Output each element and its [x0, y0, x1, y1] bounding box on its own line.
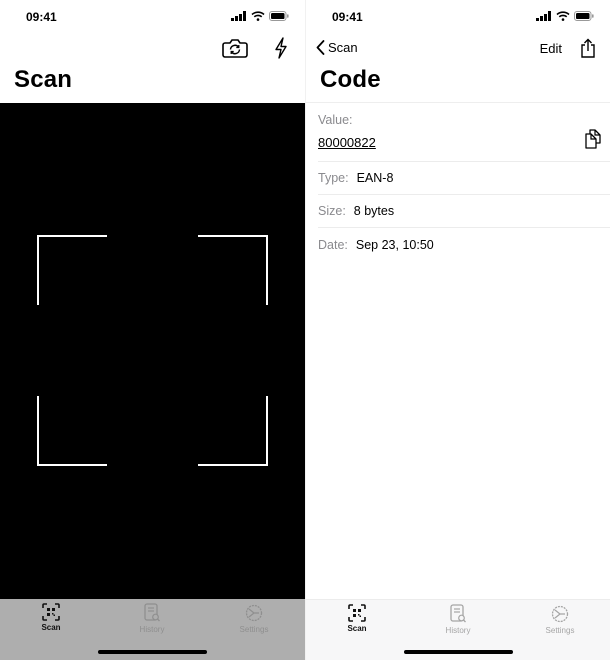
cellular-signal-icon	[231, 11, 246, 21]
tab-scan[interactable]: Scan	[11, 603, 91, 632]
wifi-icon	[556, 11, 570, 21]
viewfinder-corner-bottom-right	[198, 396, 268, 466]
edit-button[interactable]: Edit	[540, 41, 562, 56]
camera-switch-icon	[221, 39, 248, 58]
size-value: 8 bytes	[353, 204, 395, 218]
tab-settings[interactable]: Settings	[214, 603, 294, 634]
copy-button[interactable]	[584, 129, 602, 149]
viewfinder-corner-top-left	[37, 235, 107, 305]
battery-icon	[269, 11, 289, 21]
type-label: Type:	[318, 171, 349, 185]
size-label: Size:	[318, 204, 346, 218]
viewfinder-corner-bottom-left	[37, 396, 107, 466]
date-label: Date:	[318, 237, 348, 252]
status-icons	[231, 11, 289, 21]
settings-gear-icon	[245, 604, 263, 622]
wifi-icon	[251, 11, 265, 21]
code-value-link[interactable]: 80000822	[318, 135, 376, 150]
chevron-left-icon	[316, 40, 325, 55]
copy-icon	[585, 129, 601, 149]
tab-scan-label: Scan	[347, 624, 367, 633]
switch-camera-button[interactable]	[221, 36, 248, 60]
tab-history[interactable]: History	[112, 603, 192, 634]
status-bar: 09:41	[306, 0, 610, 34]
tab-scan-label: Scan	[41, 623, 61, 632]
status-time: 09:41	[26, 10, 57, 24]
size-row: Size: 8 bytes	[318, 195, 610, 228]
page-title: Scan	[14, 66, 73, 93]
type-value: EAN-8	[356, 171, 394, 185]
qr-scan-icon	[348, 604, 366, 622]
date-value: Sep 23, 10:50	[355, 237, 434, 252]
back-button[interactable]: Scan	[316, 40, 358, 55]
status-time: 09:41	[332, 10, 363, 24]
settings-gear-icon	[551, 605, 569, 623]
camera-viewfinder[interactable]	[0, 103, 305, 599]
tab-settings[interactable]: Settings	[520, 604, 600, 635]
tab-scan[interactable]: Scan	[317, 604, 397, 633]
tab-history[interactable]: History	[418, 604, 498, 635]
code-detail-screen: 09:41 Scan Edit Code Value: 80000822 Typ…	[305, 0, 610, 660]
date-row: Date: Sep 23, 10:50	[318, 228, 610, 261]
history-doc-icon	[144, 603, 160, 622]
qr-scan-icon	[42, 603, 60, 621]
tab-settings-label: Settings	[545, 626, 575, 635]
share-icon	[581, 38, 595, 58]
tab-history-label: History	[139, 625, 165, 634]
viewfinder-corner-top-right	[198, 235, 268, 305]
tab-settings-label: Settings	[239, 625, 269, 634]
flash-button[interactable]	[270, 36, 292, 60]
status-bar: 09:41	[0, 0, 305, 34]
scan-screen: 09:41 Scan Scan History Settings	[0, 0, 305, 660]
battery-icon	[574, 11, 594, 21]
home-indicator	[98, 650, 207, 654]
home-indicator	[404, 650, 513, 654]
status-icons	[536, 11, 594, 21]
flash-icon	[275, 37, 287, 59]
share-button[interactable]	[578, 37, 598, 59]
history-doc-icon	[450, 604, 466, 623]
back-label: Scan	[328, 40, 358, 55]
page-title: Code	[320, 66, 381, 93]
cellular-signal-icon	[536, 11, 551, 21]
value-label: Value:	[318, 113, 353, 127]
tab-history-label: History	[445, 626, 471, 635]
type-row: Type: EAN-8	[318, 162, 610, 195]
value-row: Value: 80000822	[318, 103, 610, 162]
